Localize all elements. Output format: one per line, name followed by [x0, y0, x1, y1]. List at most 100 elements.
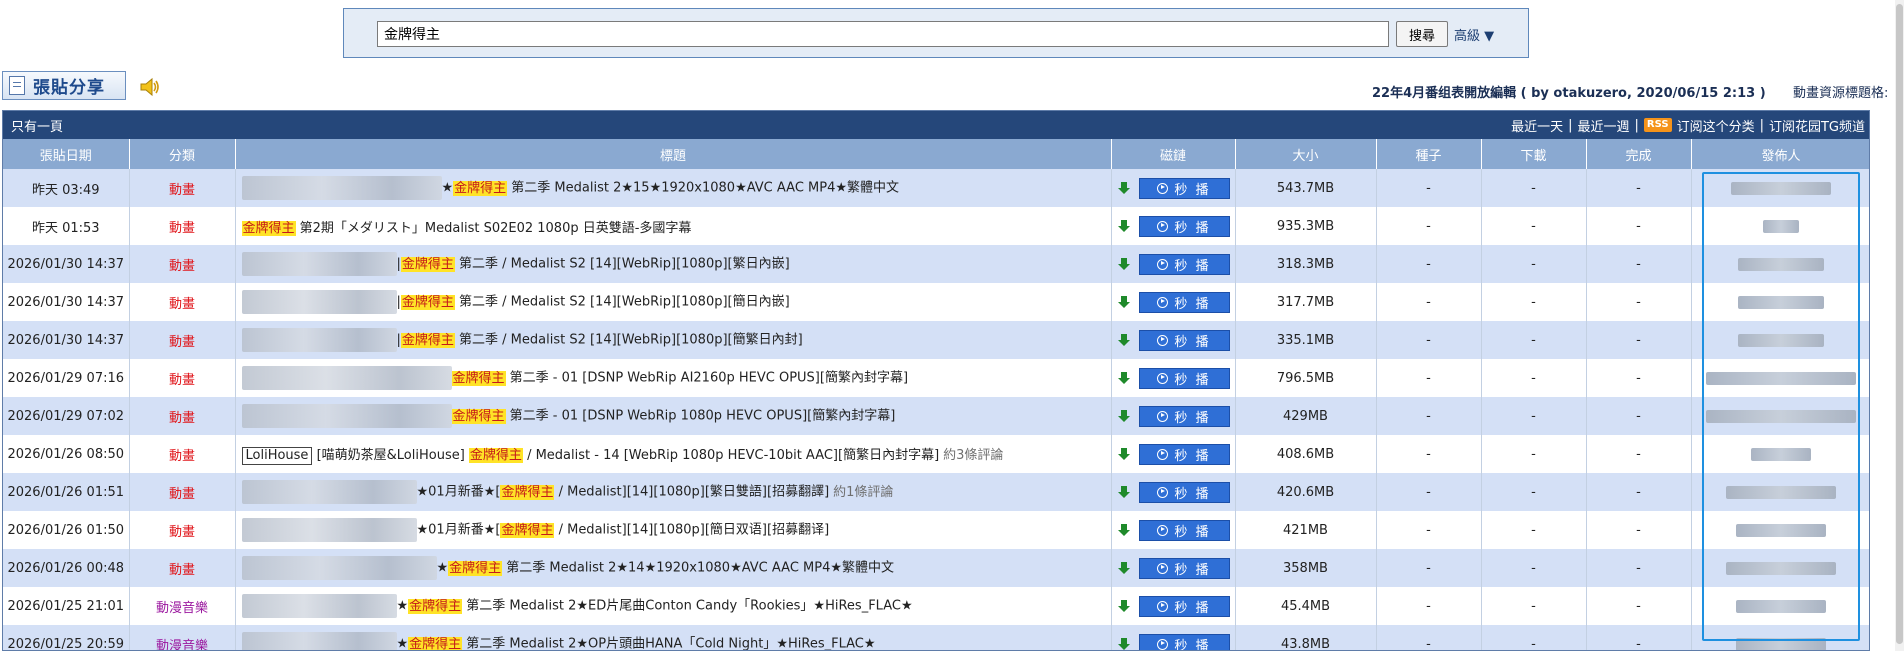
title-text[interactable]: 第二季 / Medalist S2 [14][WebRip][1080p][簡日… [455, 295, 790, 310]
col-category[interactable]: 分類 [129, 139, 236, 169]
table-row[interactable]: 2026/01/26 00:48 動畫 ★金牌得主 第二季 Medalist 2… [3, 549, 1869, 587]
play-button[interactable]: 秒 播 [1138, 329, 1230, 351]
publisher-cell[interactable] [1691, 549, 1869, 587]
category-link[interactable]: 動畫 [129, 207, 236, 245]
category-link[interactable]: 動畫 [129, 511, 236, 549]
category-link[interactable]: 動畫 [129, 359, 236, 397]
category-link[interactable]: 動畫 [129, 321, 236, 359]
title-cell[interactable]: ★金牌得主 第二季 Medalist 2★15★1920x1080★AVC AA… [235, 169, 1112, 207]
table-row[interactable]: 2026/01/30 14:37 動畫 |金牌得主 第二季 / Medalist… [3, 245, 1869, 283]
title-cell[interactable]: ★金牌得主 第二季 Medalist 2★OP片頭曲HANA「Cold Nigh… [235, 625, 1112, 651]
publisher-cell[interactable] [1691, 321, 1869, 359]
title-text[interactable]: / Medalist][14][1080p][簡日双语][招募翻译] [554, 523, 830, 538]
table-row[interactable]: 2026/01/26 01:50 動畫 ★01月新番★[金牌得主 / Medal… [3, 511, 1869, 549]
publisher-cell[interactable] [1691, 169, 1869, 207]
category-link[interactable]: 動畫 [129, 283, 236, 321]
download-arrow-icon[interactable] [1117, 333, 1131, 347]
publisher-cell[interactable] [1691, 625, 1869, 650]
play-button[interactable]: 秒 播 [1138, 291, 1230, 313]
download-arrow-icon[interactable] [1117, 637, 1131, 651]
title-text[interactable]: 第二季 - 01 [DSNP WebRip AI2160p HEVC OPUS]… [506, 371, 908, 386]
title-text[interactable]: 第2期「メダリスト」Medalist S02E02 1080p 日英雙語-多國字… [296, 221, 692, 236]
title-prefix[interactable]: ★ [397, 637, 409, 651]
title-prefix[interactable]: ★01月新番★[ [417, 485, 501, 500]
publisher-cell[interactable] [1691, 587, 1869, 625]
play-button[interactable]: 秒 播 [1138, 177, 1230, 199]
title-text[interactable]: 第二季 / Medalist S2 [14][WebRip][1080p][繁日… [455, 257, 790, 272]
title-text[interactable]: 第二季 Medalist 2★14★1920x1080★AVC AAC MP4★… [502, 561, 894, 576]
comment-count[interactable]: 約3條評論 [943, 448, 1003, 463]
category-link[interactable]: 動畫 [129, 435, 236, 473]
team-tag[interactable]: LoliHouse [241, 446, 313, 465]
table-row[interactable]: 2026/01/26 01:51 動畫 ★01月新番★[金牌得主 / Medal… [3, 473, 1869, 511]
title-text[interactable]: 第二季 Medalist 2★OP片頭曲HANA「Cold Night」★HiR… [462, 637, 875, 651]
announcement-tail[interactable]: 動畫資源標題格: [1793, 82, 1888, 101]
download-arrow-icon[interactable] [1117, 219, 1131, 233]
search-highlight[interactable]: 金牌得主 [453, 180, 508, 196]
title-cell[interactable]: 金牌得主 第2期「メダリスト」Medalist S02E02 1080p 日英雙… [235, 207, 1112, 245]
category-link[interactable]: 動畫 [129, 169, 236, 207]
download-arrow-icon[interactable] [1117, 599, 1131, 613]
play-button[interactable]: 秒 播 [1138, 557, 1230, 579]
publisher-cell[interactable] [1691, 397, 1869, 435]
recent-week-link[interactable]: 最近一週 [1578, 116, 1630, 135]
search-highlight[interactable]: 金牌得主 [468, 447, 523, 463]
table-row[interactable]: 2026/01/25 21:01 動漫音樂 ★金牌得主 第二季 Medalist… [3, 587, 1869, 625]
category-link[interactable]: 動漫音樂 [129, 587, 236, 625]
search-button[interactable]: 搜尋 [1396, 21, 1448, 47]
publisher-cell[interactable] [1691, 435, 1869, 473]
play-button[interactable]: 秒 播 [1138, 253, 1230, 275]
subscribe-category-link[interactable]: 订阅这个分类 [1677, 116, 1755, 135]
play-button[interactable]: 秒 播 [1138, 633, 1230, 650]
title-text[interactable]: 第二季 Medalist 2★15★1920x1080★AVC AAC MP4★… [507, 181, 899, 196]
title-text[interactable]: / Medalist][14][1080p][繁日雙語][招募翻譯] [554, 485, 830, 500]
search-highlight[interactable]: 金牌得主 [451, 370, 506, 386]
search-highlight[interactable]: 金牌得主 [408, 598, 463, 614]
table-row[interactable]: 昨天 01:53 動畫 金牌得主 第2期「メダリスト」Medalist S02E… [3, 207, 1869, 245]
category-link[interactable]: 動畫 [129, 473, 236, 511]
recent-day-link[interactable]: 最近一天 [1511, 116, 1563, 135]
title-prefix[interactable]: ★01月新番★[ [417, 523, 501, 538]
download-arrow-icon[interactable] [1117, 181, 1131, 195]
search-highlight[interactable]: 金牌得主 [500, 522, 555, 538]
publisher-cell[interactable] [1691, 511, 1869, 549]
download-arrow-icon[interactable] [1117, 561, 1131, 575]
title-text[interactable]: 第二季 / Medalist S2 [14][WebRip][1080p][簡繁… [455, 333, 803, 348]
search-highlight[interactable]: 金牌得主 [400, 332, 455, 348]
table-row[interactable]: 2026/01/30 14:37 動畫 |金牌得主 第二季 / Medalist… [3, 321, 1869, 359]
search-input[interactable] [377, 21, 1389, 47]
title-cell[interactable]: 金牌得主 第二季 - 01 [DSNP WebRip 1080p HEVC OP… [235, 397, 1112, 435]
download-arrow-icon[interactable] [1117, 371, 1131, 385]
title-prefix[interactable]: ★ [397, 599, 409, 614]
title-text[interactable]: 第二季 - 01 [DSNP WebRip 1080p HEVC OPUS][簡… [506, 409, 896, 424]
download-arrow-icon[interactable] [1117, 523, 1131, 537]
download-arrow-icon[interactable] [1117, 295, 1131, 309]
title-cell[interactable]: |金牌得主 第二季 / Medalist S2 [14][WebRip][108… [235, 245, 1112, 283]
col-publisher[interactable]: 發佈人 [1691, 139, 1869, 169]
title-cell[interactable]: |金牌得主 第二季 / Medalist S2 [14][WebRip][108… [235, 321, 1112, 359]
post-share-button[interactable]: 張貼分享 [2, 71, 126, 100]
search-highlight[interactable]: 金牌得主 [400, 256, 455, 272]
col-downloads[interactable]: 下載 [1481, 139, 1587, 169]
col-title[interactable]: 標題 [235, 139, 1112, 169]
announcement-text[interactable]: 22年4月番组表開放編輯 ( by otakuzero, 2020/06/15 … [1372, 82, 1766, 101]
search-highlight[interactable]: 金牌得主 [451, 408, 506, 424]
search-highlight[interactable]: 金牌得主 [448, 560, 503, 576]
title-prefix[interactable]: ★ [442, 181, 454, 196]
play-button[interactable]: 秒 播 [1138, 519, 1230, 541]
category-link[interactable]: 動漫音樂 [129, 625, 236, 650]
table-row[interactable]: 2026/01/25 20:59 動漫音樂 ★金牌得主 第二季 Medalist… [3, 625, 1869, 651]
download-arrow-icon[interactable] [1117, 257, 1131, 271]
table-row[interactable]: 2026/01/30 14:37 動畫 |金牌得主 第二季 / Medalist… [3, 283, 1869, 321]
category-link[interactable]: 動畫 [129, 549, 236, 587]
table-row[interactable]: 昨天 03:49 動畫 ★金牌得主 第二季 Medalist 2★15★1920… [3, 169, 1869, 207]
speaker-icon[interactable] [139, 77, 161, 97]
title-prefix[interactable]: [喵萌奶茶屋&LoliHouse] [312, 448, 468, 463]
play-button[interactable]: 秒 播 [1138, 367, 1230, 389]
publisher-cell[interactable] [1691, 473, 1869, 511]
scrollbar-thumb[interactable] [1896, 4, 1903, 644]
comment-count[interactable]: 約1條評論 [833, 485, 893, 500]
play-button[interactable]: 秒 播 [1138, 215, 1230, 237]
publisher-cell[interactable] [1691, 283, 1869, 321]
title-cell[interactable]: ★01月新番★[金牌得主 / Medalist][14][1080p][繁日雙語… [235, 473, 1112, 511]
